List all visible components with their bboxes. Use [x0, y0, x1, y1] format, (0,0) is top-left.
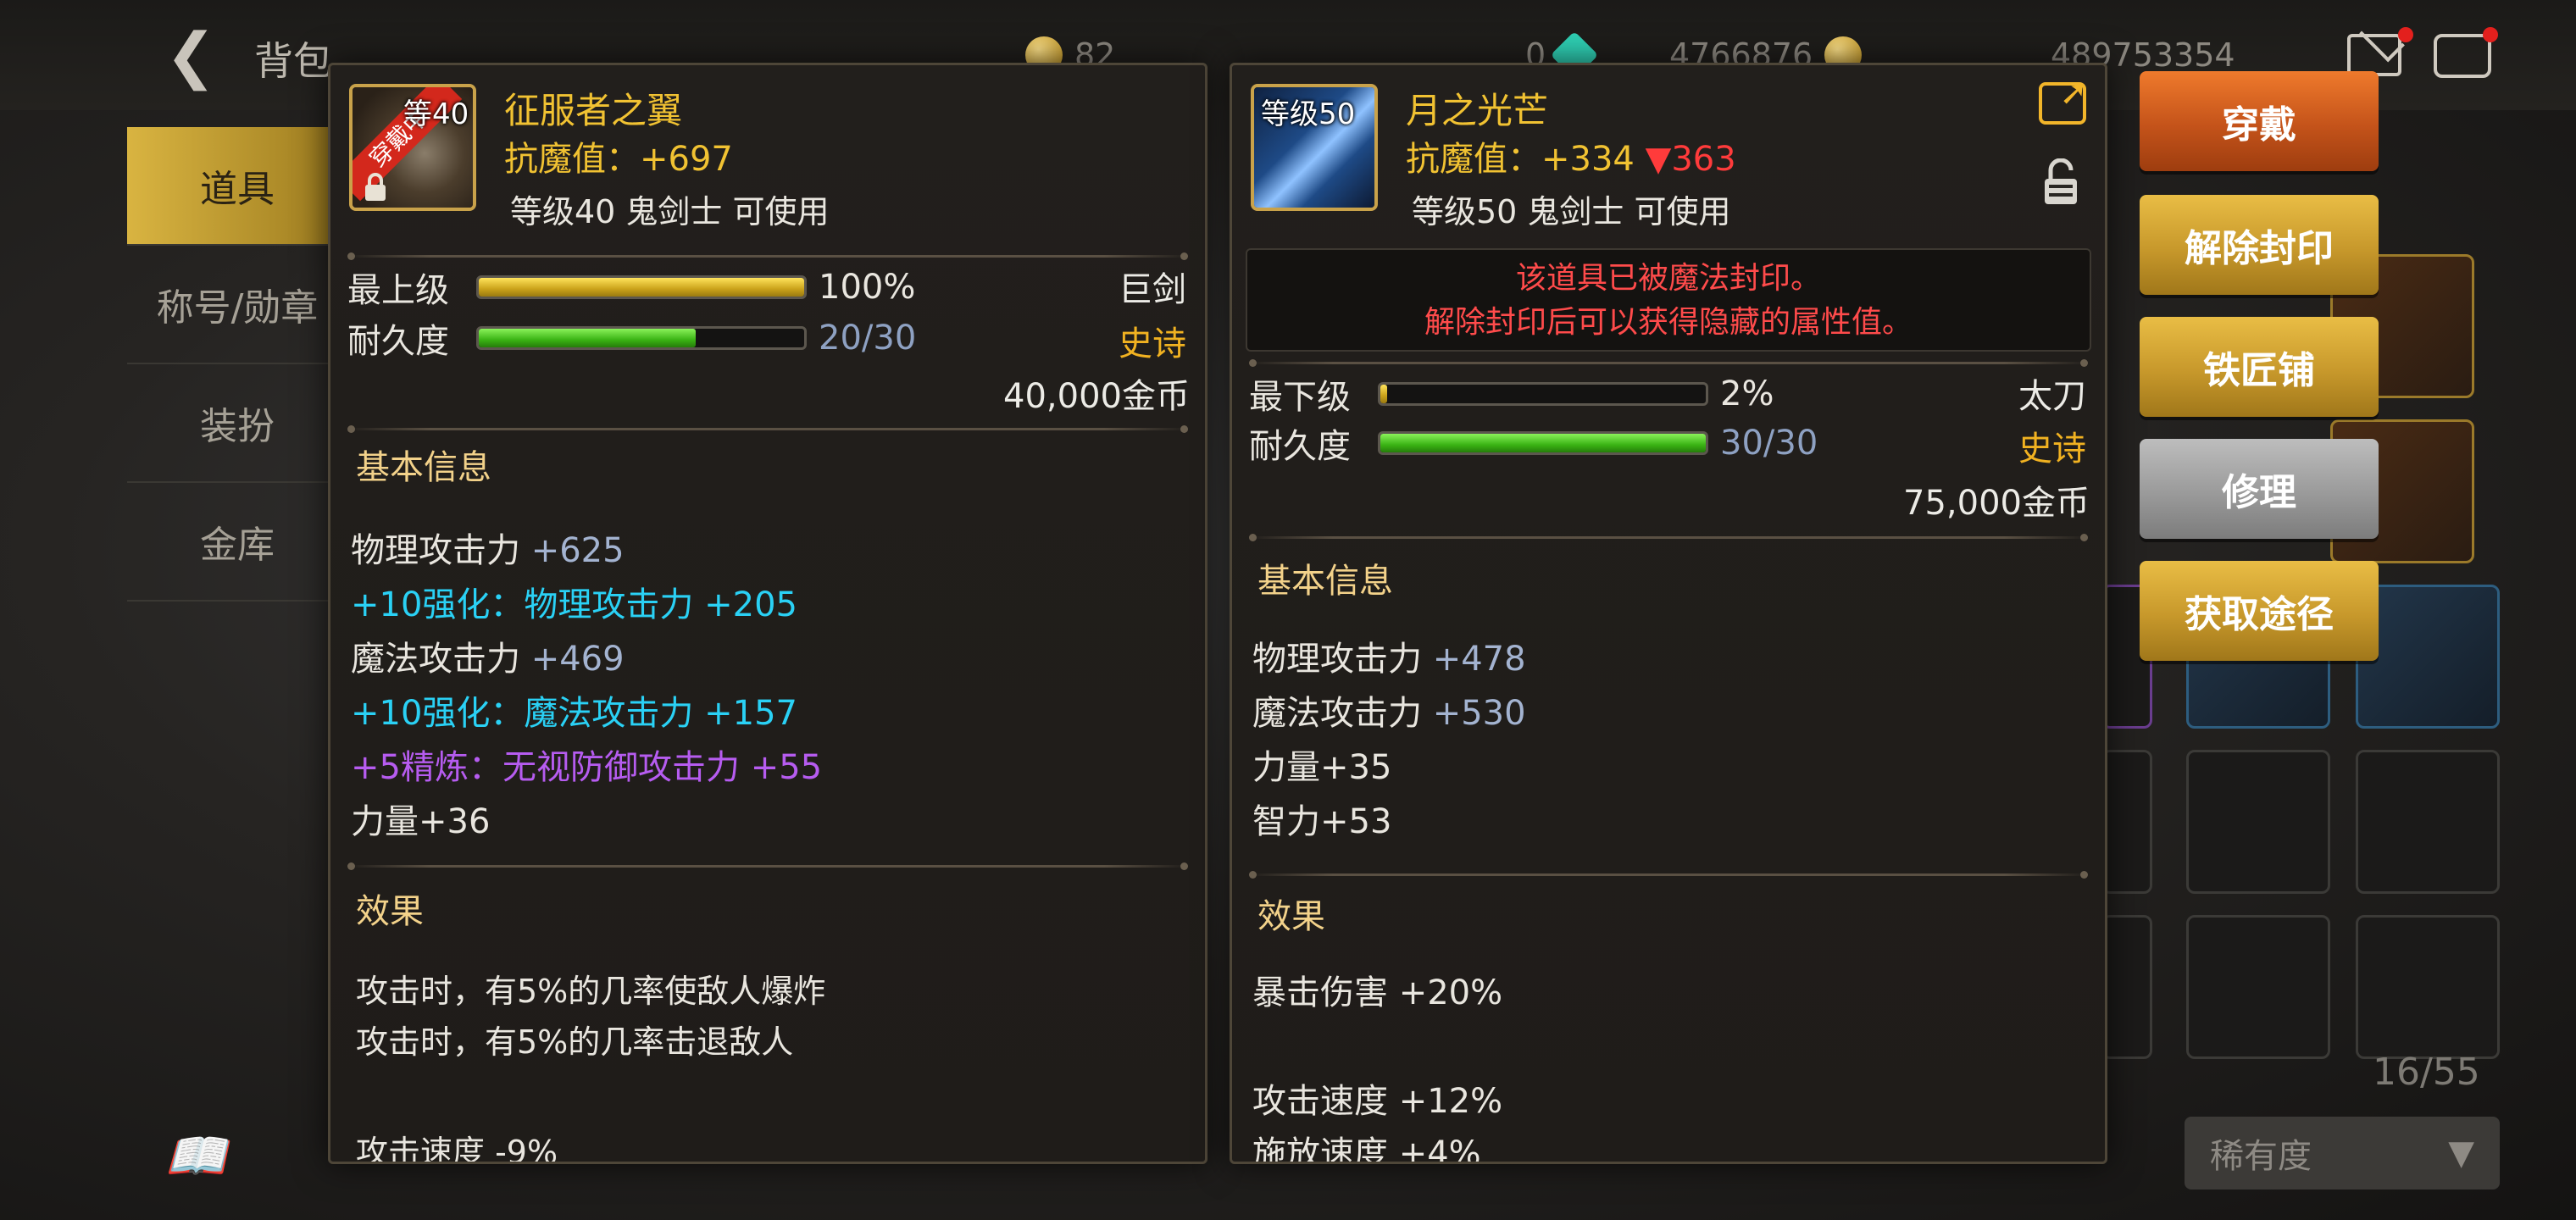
grade-percent: 2% [1720, 374, 1774, 413]
nav-item-vault[interactable]: 金库 [127, 483, 347, 602]
item-level-badge: 等40 [403, 97, 469, 131]
grade-row: 最下级 2% [1249, 372, 1774, 417]
durability-label: 耐久度 [347, 322, 449, 361]
inventory-slot[interactable] [2186, 915, 2330, 1059]
sort-dropdown[interactable]: 稀有度 ▼ [2185, 1117, 2500, 1190]
rarity-label: 史诗 [1119, 324, 1186, 363]
magic-resist: 抗魔值：+334 ▼363 [1406, 140, 1736, 179]
grade-bar [476, 275, 807, 299]
stat-line: 智力+53 [1252, 802, 1392, 841]
sort-label: 稀有度 [2210, 1137, 2312, 1176]
share-icon[interactable] [2039, 74, 2088, 125]
divider [347, 862, 1188, 870]
effect-header: 效果 [1257, 897, 1325, 936]
divider [347, 252, 1188, 260]
seal-notice: 该道具已被魔法封印。 解除封印后可以获得隐藏的属性值。 [1246, 248, 2091, 352]
weapon-type: 太刀 [2018, 377, 2086, 416]
resist-decrease: ▼363 [1645, 140, 1736, 179]
item-name: 月之光芒 [1406, 90, 1549, 131]
grade-label: 最上级 [347, 271, 449, 310]
stat-line: 魔法攻击力 +530 [1252, 694, 1526, 733]
stat-line-refine: +5精炼：无视防御攻击力 +55 [351, 748, 823, 787]
stat-line: 魔法攻击力 +469 [351, 640, 625, 679]
stat-line: 物理攻击力 +478 [1252, 640, 1526, 679]
nav-item-avatar[interactable]: 装扮 [127, 364, 347, 483]
library-logo: 📖 [165, 1127, 227, 1184]
lock-icon[interactable] [2042, 158, 2079, 206]
nav-item-items[interactable]: 道具 [127, 127, 347, 246]
acquire-source-button[interactable]: 获取途径 [2140, 561, 2379, 661]
inventory-slot[interactable] [2101, 915, 2152, 1059]
grade-percent: 100% [819, 268, 916, 307]
durability-label: 耐久度 [1249, 427, 1351, 466]
unseal-button[interactable]: 解除封印 [2140, 195, 2379, 295]
left-nav: 道具 称号/勋章 装扮 金库 [127, 127, 347, 602]
effect-line: 攻击时，有5%的几率使敌人爆炸 [356, 973, 826, 1010]
back-arrow-icon[interactable]: ❮ [165, 25, 242, 86]
divider [1249, 359, 2088, 367]
mail-icon[interactable] [2347, 34, 2401, 76]
stat-line: 物理攻击力 +625 [351, 531, 625, 570]
durability-row: 耐久度 30/30 [1249, 421, 1818, 466]
effect-line: 暴击伤害 +20% [1252, 973, 1503, 1012]
magic-resist: 抗魔值：+697 [504, 140, 733, 179]
item-level-badge: 等级50 [1261, 97, 1356, 131]
effect-line: 攻击速度 -9% [356, 1134, 558, 1164]
notification-dot [2483, 27, 2498, 42]
durability-value: 30/30 [1720, 424, 1818, 463]
effect-line: 施放速度 +4% [1252, 1134, 1481, 1164]
seal-line-2: 解除封印后可以获得隐藏的属性值。 [1424, 305, 1913, 340]
grade-label: 最下级 [1249, 378, 1351, 417]
inventory-slot[interactable] [2186, 750, 2330, 894]
stat-line-enhance: +10强化：魔法攻击力 +157 [351, 694, 798, 733]
effect-header: 效果 [356, 892, 424, 931]
basic-info-header: 基本信息 [356, 448, 491, 487]
grade-bar-fill [479, 278, 804, 297]
stat-line: 力量+35 [1252, 748, 1392, 787]
inventory-slot[interactable] [2356, 750, 2500, 894]
usable-requirement: 等级50 鬼剑士 可使用 [1412, 193, 1731, 230]
item-icon: 等级50 [1251, 84, 1378, 211]
durability-bar-fill [479, 329, 697, 347]
grade-bar [1378, 382, 1708, 406]
basic-info-header: 基本信息 [1257, 562, 1393, 601]
usable-requirement: 等级40 鬼剑士 可使用 [510, 193, 830, 230]
durability-bar [1378, 431, 1708, 455]
durability-value: 20/30 [819, 319, 917, 358]
rarity-label: 史诗 [2018, 430, 2086, 469]
nav-item-titles[interactable]: 称号/勋章 [127, 246, 347, 364]
divider [1249, 534, 2088, 541]
inventory-count: 16/55 [2373, 1051, 2480, 1094]
stat-line: 力量+36 [351, 802, 491, 841]
seal-line-1: 该道具已被魔法封印。 [1515, 261, 1821, 296]
chat-icon[interactable] [2434, 34, 2491, 78]
inventory-slot[interactable] [2356, 915, 2500, 1059]
triangle-down-icon: ▼ [2448, 1134, 2474, 1173]
inventory-slot[interactable] [2101, 750, 2152, 894]
item-tooltip-equipped: 穿戴中 等40 征服者之翼 抗魔值：+697 等级40 鬼剑士 可使用 最上级 … [328, 63, 1208, 1164]
divider [1249, 871, 2088, 879]
lock-icon [365, 173, 386, 201]
grade-row: 最上级 100% [347, 265, 916, 310]
page-title: 背包 [254, 38, 332, 84]
grade-bar-fill [1380, 385, 1387, 403]
durability-row: 耐久度 20/30 [347, 316, 917, 361]
weapon-type: 巨剑 [1119, 270, 1186, 309]
divider [347, 425, 1188, 433]
item-name: 征服者之翼 [504, 90, 683, 131]
item-icon: 穿戴中 等40 [349, 84, 476, 211]
repair-button[interactable]: 修理 [2140, 439, 2379, 539]
equip-button[interactable]: 穿戴 [2140, 71, 2379, 171]
item-price: 75,000金币 [1903, 484, 2090, 523]
item-price: 40,000金币 [1003, 377, 1190, 416]
item-tooltip-selected: 等级50 月之光芒 抗魔值：+334 ▼363 等级50 鬼剑士 可使用 该道具… [1230, 63, 2107, 1164]
stat-line-enhance: +10强化：物理攻击力 +205 [351, 585, 798, 624]
durability-bar [476, 326, 807, 350]
notification-dot [2398, 27, 2413, 42]
effect-line: 攻击速度 +12% [1252, 1082, 1503, 1121]
effect-line: 攻击时，有5%的几率击退敌人 [356, 1023, 794, 1061]
blacksmith-button[interactable]: 铁匠铺 [2140, 317, 2379, 417]
durability-bar-fill [1380, 434, 1706, 452]
